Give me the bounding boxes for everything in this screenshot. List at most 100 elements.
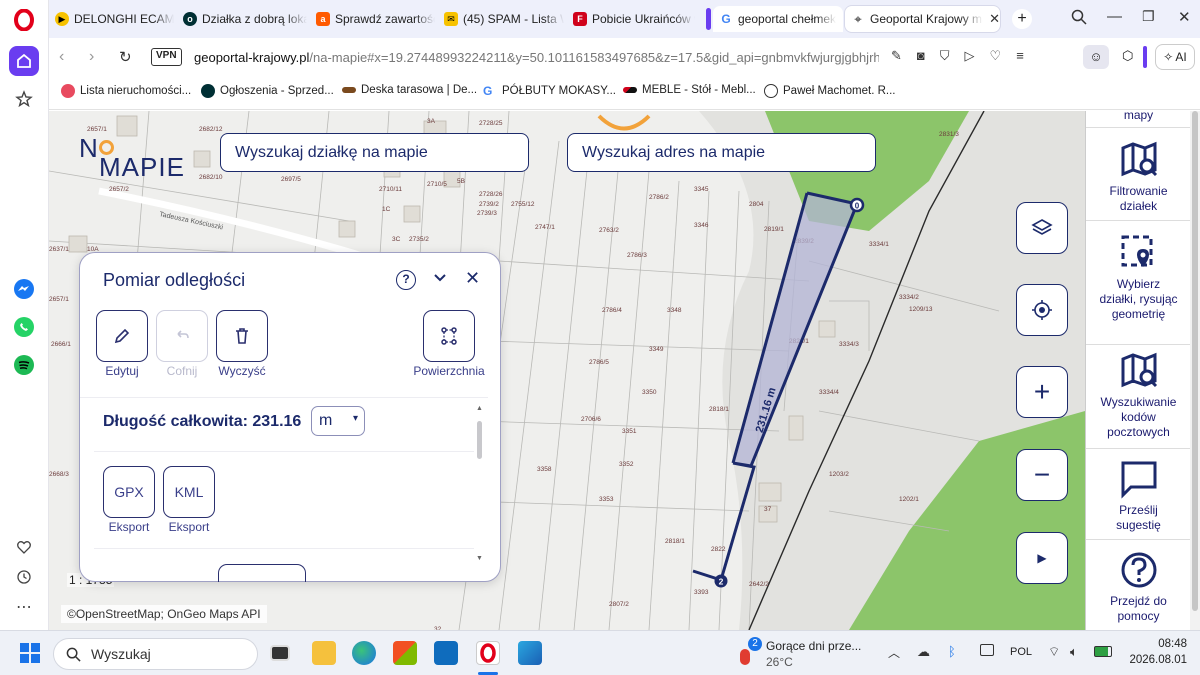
export-kml-button[interactable]: KML	[163, 466, 215, 518]
zoom-out-button[interactable]: −	[1016, 449, 1068, 501]
polygon-icon	[441, 327, 457, 345]
opera-taskbar-icon[interactable]	[476, 641, 500, 665]
parcel-number-label: 3348	[667, 307, 682, 314]
lines-icon[interactable]: ≡	[1016, 48, 1024, 66]
tab-5[interactable]: Ggeoportal chełmek	[713, 6, 843, 32]
messenger-icon[interactable]	[9, 274, 39, 304]
heart-icon[interactable]: ♡	[990, 48, 1002, 66]
undo-tool-button[interactable]	[156, 310, 208, 362]
bookmark-4[interactable]: MEBLE - Stół - Mebl...	[623, 84, 756, 96]
tab-6-current[interactable]: ⌖ Geoportal Krajowy ma ✕	[845, 6, 1000, 32]
tray-chevron-icon[interactable]: ︿	[888, 644, 900, 661]
panel-scrollbar[interactable]: ▲ ▼	[476, 405, 484, 565]
opera-menu-icon[interactable]	[9, 5, 39, 35]
forward-icon[interactable]: ›	[89, 48, 94, 66]
close-window-icon[interactable]: ✕	[1178, 8, 1191, 26]
profile-icon[interactable]: ☺	[1083, 45, 1109, 69]
ai-button[interactable]: ✧ AI	[1155, 44, 1195, 70]
bookmark-2[interactable]: Deska tarasowa | De...	[342, 84, 477, 96]
photos-icon[interactable]	[518, 641, 542, 665]
edge-icon[interactable]	[352, 641, 376, 665]
tab-0[interactable]: ▶ DELONGHI ECAM47	[49, 6, 174, 32]
page-scrollbar[interactable]	[1190, 111, 1200, 630]
volume-icon[interactable]: 🔈︎	[1070, 644, 1078, 660]
parcel-number-label: 2682/10	[199, 174, 223, 181]
help-icon[interactable]: ?	[396, 270, 416, 290]
export-gpx-button[interactable]: GPX	[103, 466, 155, 518]
sidebar-item-map[interactable]: mapy	[1086, 108, 1191, 127]
reload-icon[interactable]: ↻	[119, 48, 132, 66]
sidebar-item-suggestion[interactable]: Prześlij sugestię	[1086, 448, 1191, 539]
sidebar-item-draw-select[interactable]: Wybierz działki, rysując geometrię	[1086, 220, 1191, 344]
map-canvas[interactable]: Tadeusza Kościuszki 2657/1 2682/12 2728/25…	[49, 111, 1085, 630]
address-search-input[interactable]: Wyszukaj adres na mapie	[567, 133, 876, 172]
shield-icon[interactable]: ⛉	[940, 48, 950, 66]
bookmark-3[interactable]: G PÓŁBUTY MOKASY...	[483, 84, 616, 98]
unit-select[interactable]: m ▾	[311, 406, 365, 436]
zoom-in-button[interactable]: +	[1016, 366, 1068, 418]
sidebar-item-help[interactable]: Przejdź do pomocy	[1086, 539, 1191, 630]
more-dots-icon[interactable]: ⋯	[9, 592, 39, 622]
search-tabs-icon[interactable]	[1071, 9, 1087, 30]
panel-scroll-thumb[interactable]	[477, 421, 482, 459]
cloud-icon[interactable]: ☁	[917, 644, 930, 660]
whatsapp-icon[interactable]	[9, 312, 39, 342]
close-panel-icon[interactable]: ✕	[465, 268, 480, 289]
expand-panel-button[interactable]: ▶	[1016, 532, 1068, 584]
bookmark-5[interactable]: Paweł Machomet. R...	[764, 84, 895, 98]
page-scroll-thumb[interactable]	[1192, 111, 1198, 611]
tab-1[interactable]: o Działka z dobrą lokal	[177, 6, 307, 32]
new-tab-button[interactable]: +	[1012, 9, 1032, 29]
battery-icon[interactable]	[1094, 646, 1112, 657]
windows-start-icon[interactable]	[18, 641, 42, 665]
collapse-chevron-icon[interactable]	[432, 269, 448, 288]
export-kml-label: Eksport	[168, 520, 210, 534]
sidebar-item-postal-codes[interactable]: Wyszukiwanie kodów pocztowych	[1086, 344, 1191, 448]
bookmark-0[interactable]: Lista nieruchomości...	[61, 84, 191, 98]
file-explorer-icon[interactable]	[312, 641, 336, 665]
restore-icon[interactable]: ❐	[1142, 8, 1155, 25]
minimize-icon[interactable]: —	[1107, 8, 1122, 25]
scroll-up-icon[interactable]: ▲	[476, 405, 483, 412]
logo[interactable]: N MAPIE	[79, 133, 189, 182]
clear-tool-button[interactable]	[216, 310, 268, 362]
task-view-icon[interactable]	[270, 645, 290, 661]
layers-button[interactable]	[1016, 202, 1068, 254]
camera-icon[interactable]: ◙	[917, 48, 925, 66]
send-icon[interactable]: ▷	[965, 48, 975, 66]
edit-tool-button[interactable]	[96, 310, 148, 362]
next-section-button[interactable]	[218, 564, 306, 582]
locate-button[interactable]	[1016, 284, 1068, 336]
area-tool-button[interactable]	[423, 310, 475, 362]
store-icon[interactable]	[393, 641, 417, 665]
outlook-icon[interactable]	[434, 641, 458, 665]
bluetooth-icon[interactable]: ᛒ	[948, 644, 956, 659]
wifi-icon[interactable]: ⌔	[1048, 644, 1060, 660]
back-icon[interactable]: ‹	[59, 48, 64, 66]
bookmarks-star-icon[interactable]	[9, 84, 39, 114]
close-tab-icon[interactable]: ✕	[989, 11, 1000, 27]
bookmark-1[interactable]: Ogłoszenia - Sprzed...	[201, 84, 334, 98]
weather-widget[interactable]: 2 Gorące dni prze... 26°C	[738, 637, 868, 671]
parcel-search-input[interactable]: Wyszukaj działkę na mapie	[220, 133, 529, 172]
sidebar-item-parcel-filter[interactable]: Filtrowanie działek	[1086, 127, 1191, 220]
language-indicator[interactable]: POL	[1010, 646, 1032, 658]
scroll-down-icon[interactable]: ▼	[476, 555, 483, 562]
vpn-badge[interactable]: VPN	[151, 48, 182, 66]
taskbar-search-box[interactable]: Wyszukaj	[53, 638, 258, 670]
total-length-value: 231.16	[252, 413, 302, 430]
clock[interactable]: 08:48 2026.08.01	[1122, 636, 1187, 668]
display-icon[interactable]	[980, 644, 994, 656]
url-field[interactable]: geoportal-krajowy.pl/na-mapie#x=19.27448…	[194, 44, 924, 70]
spotify-icon[interactable]	[9, 350, 39, 380]
tab-2[interactable]: a Sprawdź zawartość	[310, 6, 435, 32]
tab-3[interactable]: ✉ (45) SPAM - Lista W	[438, 6, 564, 32]
home-icon[interactable]	[9, 46, 39, 76]
map-attribution[interactable]: ©OpenStreetMap; OnGeo Maps API	[61, 605, 267, 623]
browser-sidebar: ⋯	[0, 0, 49, 630]
extensions-cube-icon[interactable]: ⬡	[1122, 48, 1133, 64]
history-icon[interactable]	[9, 562, 39, 592]
heart-icon[interactable]	[9, 532, 39, 562]
edit-icon[interactable]: ✎	[891, 48, 902, 66]
tab-4[interactable]: F Pobicie Ukraińców w	[567, 6, 695, 32]
